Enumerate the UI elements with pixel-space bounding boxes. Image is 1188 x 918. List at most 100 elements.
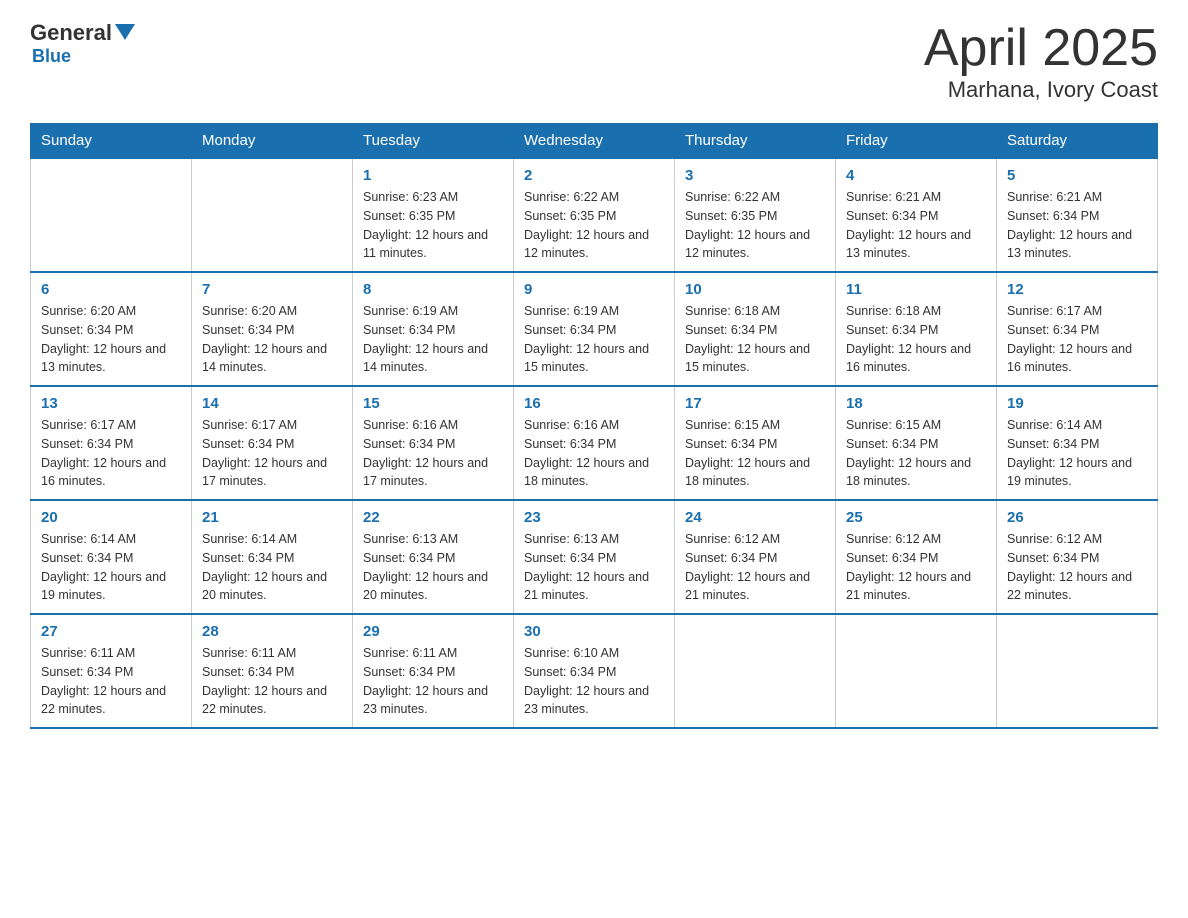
sunrise-text: Sunrise: 6:19 AM [363,302,503,321]
calendar-day-cell: 23Sunrise: 6:13 AMSunset: 6:34 PMDayligh… [514,500,675,614]
day-of-week-header: Friday [836,124,997,159]
logo-triangle-icon [115,24,135,40]
daylight-text: Daylight: 12 hours and 21 minutes. [524,568,664,606]
sunset-text: Sunset: 6:34 PM [41,663,181,682]
sunset-text: Sunset: 6:34 PM [685,435,825,454]
page-header: General Blue April 2025 Marhana, Ivory C… [30,20,1158,103]
sunrise-text: Sunrise: 6:18 AM [846,302,986,321]
day-number: 6 [41,281,181,298]
sunrise-text: Sunrise: 6:11 AM [363,644,503,663]
day-number: 24 [685,509,825,526]
day-of-week-header: Tuesday [353,124,514,159]
calendar-day-cell [997,614,1158,728]
sunrise-text: Sunrise: 6:22 AM [685,188,825,207]
day-info: Sunrise: 6:17 AMSunset: 6:34 PMDaylight:… [41,416,181,491]
daylight-text: Daylight: 12 hours and 12 minutes. [524,226,664,264]
daylight-text: Daylight: 12 hours and 13 minutes. [846,226,986,264]
sunrise-text: Sunrise: 6:23 AM [363,188,503,207]
day-of-week-header: Sunday [31,124,192,159]
daylight-text: Daylight: 12 hours and 23 minutes. [363,682,503,720]
sunset-text: Sunset: 6:34 PM [524,321,664,340]
day-info: Sunrise: 6:14 AMSunset: 6:34 PMDaylight:… [1007,416,1147,491]
daylight-text: Daylight: 12 hours and 15 minutes. [524,340,664,378]
sunset-text: Sunset: 6:34 PM [41,435,181,454]
sunset-text: Sunset: 6:34 PM [524,549,664,568]
daylight-text: Daylight: 12 hours and 14 minutes. [202,340,342,378]
sunrise-text: Sunrise: 6:12 AM [1007,530,1147,549]
daylight-text: Daylight: 12 hours and 16 minutes. [41,454,181,492]
day-info: Sunrise: 6:12 AMSunset: 6:34 PMDaylight:… [685,530,825,605]
sunrise-text: Sunrise: 6:16 AM [524,416,664,435]
calendar-title: April 2025 [924,20,1158,77]
sunrise-text: Sunrise: 6:21 AM [1007,188,1147,207]
day-number: 22 [363,509,503,526]
sunset-text: Sunset: 6:34 PM [685,549,825,568]
calendar-day-cell: 29 Sunrise: 6:11 AMSunset: 6:34 PMDayligh… [353,614,514,728]
calendar-day-cell [675,614,836,728]
sunset-text: Sunset: 6:34 PM [202,549,342,568]
sunrise-text: Sunrise: 6:22 AM [524,188,664,207]
calendar-day-cell: 3Sunrise: 6:22 AMSunset: 6:35 PMDaylight… [675,158,836,272]
sunrise-text: Sunrise: 6:17 AM [41,416,181,435]
calendar-day-cell: 17Sunrise: 6:15 AMSunset: 6:34 PMDayligh… [675,386,836,500]
sunrise-text: Sunrise: 6:18 AM [685,302,825,321]
calendar-subtitle: Marhana, Ivory Coast [924,77,1158,103]
sunrise-text: Sunrise: 6:17 AM [202,416,342,435]
calendar-day-cell: 30Sunrise: 6:10 AMSunset: 6:34 PMDayligh… [514,614,675,728]
sunset-text: Sunset: 6:34 PM [202,321,342,340]
sunset-text: Sunset: 6:34 PM [1007,207,1147,226]
calendar-day-cell: 26 Sunrise: 6:12 AMSunset: 6:34 PMDayligh… [997,500,1158,614]
day-number: 16 [524,395,664,412]
day-number: 1 [363,167,503,184]
day-number: 26 [1007,509,1147,526]
day-info: Sunrise: 6:18 AMSunset: 6:34 PMDaylight:… [685,302,825,377]
day-info: Sunrise: 6:11 AMSunset: 6:34 PMDaylight:… [202,644,342,719]
sunset-text: Sunset: 6:34 PM [846,321,986,340]
logo: General Blue [30,20,135,67]
calendar-day-cell [836,614,997,728]
day-number: 19 [1007,395,1147,412]
day-number: 10 [685,281,825,298]
sunset-text: Sunset: 6:34 PM [363,549,503,568]
title-block: April 2025 Marhana, Ivory Coast [924,20,1158,103]
calendar-day-cell: 24 Sunrise: 6:12 AMSunset: 6:34 PMDayligh… [675,500,836,614]
day-of-week-header: Saturday [997,124,1158,159]
day-number: 21 [202,509,342,526]
day-number: 13 [41,395,181,412]
logo-general-text: General [30,20,112,46]
sunrise-text: Sunrise: 6:14 AM [1007,416,1147,435]
calendar-header-row: SundayMondayTuesdayWednesdayThursdayFrid… [31,124,1158,159]
day-info: Sunrise: 6:14 AMSunset: 6:34 PMDaylight:… [202,530,342,605]
calendar-day-cell: 10 Sunrise: 6:18 AMSunset: 6:34 PMDayligh… [675,272,836,386]
day-info: Sunrise: 6:13 AMSunset: 6:34 PMDaylight:… [363,530,503,605]
sunset-text: Sunset: 6:34 PM [41,321,181,340]
calendar-day-cell: 1Sunrise: 6:23 AMSunset: 6:35 PMDaylight… [353,158,514,272]
sunset-text: Sunset: 6:34 PM [363,663,503,682]
sunrise-text: Sunrise: 6:15 AM [685,416,825,435]
day-number: 4 [846,167,986,184]
day-number: 5 [1007,167,1147,184]
calendar-day-cell: 8Sunrise: 6:19 AMSunset: 6:34 PMDaylight… [353,272,514,386]
daylight-text: Daylight: 12 hours and 13 minutes. [41,340,181,378]
daylight-text: Daylight: 12 hours and 11 minutes. [363,226,503,264]
sunset-text: Sunset: 6:34 PM [524,435,664,454]
sunset-text: Sunset: 6:34 PM [363,321,503,340]
day-of-week-header: Monday [192,124,353,159]
sunrise-text: Sunrise: 6:19 AM [524,302,664,321]
calendar-day-cell: 19 Sunrise: 6:14 AMSunset: 6:34 PMDayligh… [997,386,1158,500]
day-info: Sunrise: 6:12 AMSunset: 6:34 PMDaylight:… [1007,530,1147,605]
daylight-text: Daylight: 12 hours and 16 minutes. [1007,340,1147,378]
calendar-day-cell: 20Sunrise: 6:14 AMSunset: 6:34 PMDayligh… [31,500,192,614]
day-info: Sunrise: 6:21 AMSunset: 6:34 PMDaylight:… [846,188,986,263]
sunset-text: Sunset: 6:35 PM [524,207,664,226]
day-number: 9 [524,281,664,298]
daylight-text: Daylight: 12 hours and 20 minutes. [363,568,503,606]
day-info: Sunrise: 6:19 AMSunset: 6:34 PMDaylight:… [363,302,503,377]
sunset-text: Sunset: 6:34 PM [202,435,342,454]
daylight-text: Daylight: 12 hours and 15 minutes. [685,340,825,378]
day-number: 23 [524,509,664,526]
sunset-text: Sunset: 6:34 PM [1007,321,1147,340]
day-number: 29 [363,623,503,640]
calendar-week-row: 20Sunrise: 6:14 AMSunset: 6:34 PMDayligh… [31,500,1158,614]
daylight-text: Daylight: 12 hours and 22 minutes. [41,682,181,720]
